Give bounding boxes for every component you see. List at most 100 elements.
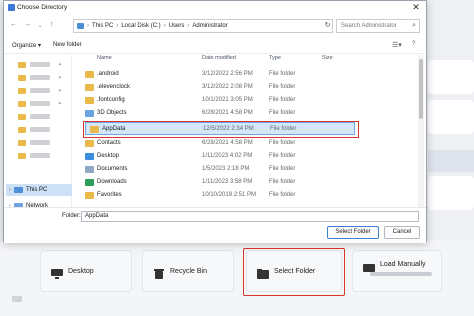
address-bar[interactable]: › This PC › Local Disk (C:) › Users › Ad… xyxy=(73,19,333,33)
folder-input[interactable]: AppData xyxy=(81,211,419,222)
table-row[interactable]: 3D Objects 6/28/2021 4:58 PM File folder xyxy=(81,107,421,120)
quick-access-item[interactable]: ✦ xyxy=(18,61,62,68)
file-date: 3/12/2022 2:08 PM xyxy=(202,84,253,90)
column-header-name[interactable]: Name xyxy=(97,55,112,65)
3d-objects-icon xyxy=(85,110,94,117)
file-type: File folder xyxy=(269,84,296,90)
command-bar: Organize ▾ New folder ☰▾ ? xyxy=(4,38,426,54)
quick-access-item[interactable] xyxy=(18,152,62,159)
pin-icon: ✦ xyxy=(57,61,62,68)
table-row[interactable]: .elevenclock 3/12/2022 2:08 PM File folder xyxy=(81,81,421,94)
file-name: Contacts xyxy=(97,140,121,146)
file-name: .fontconfig xyxy=(97,97,125,103)
view-options-icon[interactable]: ☰▾ xyxy=(392,41,402,49)
file-name: Documents xyxy=(97,166,128,172)
folder-icon xyxy=(18,74,26,81)
recent-dropdown-icon[interactable]: ⌄ xyxy=(38,23,42,29)
forward-arrow-icon[interactable]: → xyxy=(24,21,31,28)
table-row[interactable]: .fontconfig 10/1/2021 3:05 PM File folder xyxy=(81,94,421,107)
folder-icon xyxy=(18,61,26,68)
downloads-icon xyxy=(85,179,94,186)
background-strip xyxy=(428,150,474,172)
chevron-right-icon[interactable]: › xyxy=(6,187,14,193)
redacted-label xyxy=(30,62,50,67)
folder-label: Folder: xyxy=(62,213,81,219)
quick-access-item[interactable] xyxy=(18,139,62,146)
select-folder-highlight-box xyxy=(243,248,345,296)
folder-icon xyxy=(85,84,94,91)
screen: Desktop Recycle Bin Select Folder Load M… xyxy=(0,0,474,316)
file-date: 6/28/2021 4:58 PM xyxy=(202,110,253,116)
quick-access-item[interactable] xyxy=(18,126,62,133)
file-name: Desktop xyxy=(97,153,120,159)
desktop-icon xyxy=(51,266,63,279)
table-row[interactable]: Documents 1/5/2023 2:18 PM File folder xyxy=(81,163,421,176)
redacted-label xyxy=(30,127,50,132)
load-manually-label: Load Manually xyxy=(380,261,426,268)
table-row[interactable]: Downloads 1/11/2023 3:58 PM File folder xyxy=(81,176,421,189)
file-name: Downloads xyxy=(97,179,127,185)
file-type: File folder xyxy=(269,192,296,198)
breadcrumb-this-pc[interactable]: This PC xyxy=(92,23,113,29)
folder-icon xyxy=(18,87,26,94)
desktop-source-card[interactable]: Desktop xyxy=(40,250,132,292)
organize-menu[interactable]: Organize ▾ xyxy=(12,42,41,49)
desktop-icon xyxy=(85,153,94,160)
select-folder-button[interactable]: Select Folder xyxy=(327,226,379,239)
contacts-icon xyxy=(85,140,94,147)
pin-icon: ✦ xyxy=(57,100,62,107)
quick-access-item[interactable]: ✦ xyxy=(18,87,62,94)
redacted-label xyxy=(30,75,50,80)
folder-icon xyxy=(18,152,26,159)
quick-access-item[interactable]: ✦ xyxy=(18,100,62,107)
navigation-bar: ← → ⌄ ↑ › This PC › Local Disk (C:) › Us… xyxy=(4,16,426,36)
folder-icon xyxy=(18,126,26,133)
file-date: 3/12/2022 2:56 PM xyxy=(202,71,253,77)
quick-access-item[interactable]: ✦ xyxy=(18,74,62,81)
cancel-button[interactable]: Cancel xyxy=(384,226,420,239)
computer-icon xyxy=(14,187,23,193)
breadcrumb-local-disk[interactable]: Local Disk (C:) xyxy=(121,23,160,29)
vertical-scrollbar[interactable] xyxy=(418,55,424,207)
close-icon[interactable]: ✕ xyxy=(410,2,422,13)
breadcrumb-users[interactable]: Users xyxy=(169,23,185,29)
appdata-highlight-box xyxy=(83,121,359,138)
load-manually-source-card[interactable]: Load Manually xyxy=(352,250,442,292)
back-arrow-icon[interactable]: ← xyxy=(10,21,17,28)
table-row[interactable]: Favorites 10/10/2019 2:51 PM File folder xyxy=(81,189,421,202)
table-row[interactable]: Desktop 1/11/2023 4:02 PM File folder xyxy=(81,150,421,163)
file-date: 1/11/2023 3:58 PM xyxy=(202,179,253,185)
help-icon[interactable]: ? xyxy=(412,41,415,47)
column-header-date[interactable]: Date modified xyxy=(202,55,236,65)
file-date: 1/11/2023 4:02 PM xyxy=(202,153,253,159)
breadcrumb-administrator[interactable]: Administrator xyxy=(192,23,227,29)
file-date: 10/1/2021 3:05 PM xyxy=(202,97,253,103)
column-header-type[interactable]: Type xyxy=(269,55,281,65)
bottom-status-icon xyxy=(12,296,22,302)
table-row[interactable]: .android 3/12/2022 2:56 PM File folder xyxy=(81,68,421,81)
recycle-bin-icon xyxy=(153,266,165,279)
file-date: 1/5/2023 2:18 PM xyxy=(202,166,250,172)
file-date: 10/10/2019 2:51 PM xyxy=(202,192,257,198)
new-folder-button[interactable]: New folder xyxy=(53,42,82,48)
scrollbar-thumb[interactable] xyxy=(419,59,423,119)
column-header-size[interactable]: Size xyxy=(322,55,333,65)
table-row[interactable]: Contacts 6/28/2021 4:58 PM File folder xyxy=(81,137,421,150)
title-bar: Choose Directory ✕ xyxy=(4,1,426,15)
documents-icon xyxy=(85,166,94,173)
redacted-label xyxy=(30,88,50,93)
redacted-label xyxy=(30,101,50,106)
recycle-bin-source-card[interactable]: Recycle Bin xyxy=(142,250,234,292)
this-pc-icon xyxy=(77,23,84,29)
folder-icon xyxy=(18,113,26,120)
file-name: 3D Objects xyxy=(97,110,127,116)
refresh-icon[interactable]: ↻ xyxy=(322,19,333,33)
file-type: File folder xyxy=(269,153,296,159)
nav-this-pc[interactable]: › This PC xyxy=(6,184,72,196)
quick-access-item[interactable] xyxy=(18,113,62,120)
search-input[interactable]: Search Administrator ⌕ xyxy=(336,19,420,33)
redacted-label xyxy=(30,114,50,119)
app-icon xyxy=(8,4,15,11)
folder-icon xyxy=(85,97,94,104)
up-arrow-icon[interactable]: ↑ xyxy=(50,21,54,28)
